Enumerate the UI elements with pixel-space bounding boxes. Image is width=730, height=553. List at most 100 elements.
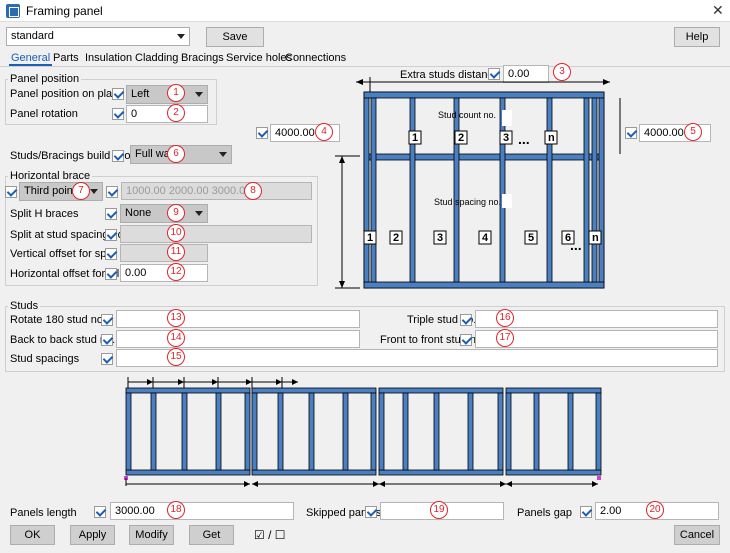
split-at-checkbox[interactable] <box>105 229 117 241</box>
callout-badge: 6 <box>167 145 185 163</box>
split-h-select[interactable]: None <box>120 204 208 223</box>
panel-rotation-checkbox[interactable] <box>112 108 124 120</box>
horizontal-brace-positions-input[interactable]: 1000.00 2000.00 3000.00 <box>121 182 312 200</box>
title-bar <box>0 0 730 22</box>
tab-divider <box>0 66 730 67</box>
tab-cladding[interactable]: Cladding <box>135 52 178 65</box>
stud-spacings-label: Stud spacings <box>10 353 80 365</box>
panels-gap-label: Panels gap <box>517 507 573 519</box>
callout-badge: 13 <box>167 309 185 327</box>
split-h-label: Split H braces <box>10 208 79 220</box>
panels-split-diagram <box>124 377 602 487</box>
apply-button[interactable]: Apply <box>70 525 115 545</box>
build-scope-checkbox[interactable] <box>112 150 124 162</box>
panel-position-title: Panel position <box>8 73 82 85</box>
rotate-stud-checkbox[interactable] <box>101 314 113 326</box>
stud-spacings-input[interactable] <box>116 349 718 367</box>
ok-button[interactable]: OK <box>10 525 55 545</box>
stud-spacing-4: 4 <box>482 232 489 244</box>
stud-spacing-1: 1 <box>367 232 373 244</box>
help-button[interactable]: Help <box>674 27 720 47</box>
callout-badge: 7 <box>72 182 90 200</box>
stud-count-n: n <box>548 132 555 144</box>
get-button[interactable]: Get <box>189 525 234 545</box>
tab-insulation[interactable]: Insulation <box>85 52 132 65</box>
vertical-offset-input[interactable] <box>120 244 208 262</box>
callout-badge: 15 <box>167 348 185 366</box>
callout-badge: 1 <box>167 84 185 102</box>
preset-select[interactable]: standard <box>6 27 190 46</box>
callout-badge: 9 <box>167 204 185 222</box>
callout-badge: 11 <box>167 243 185 261</box>
window-title: Framing panel <box>26 4 103 18</box>
callout-badge: 18 <box>167 501 185 519</box>
panel-position-on-plane-checkbox[interactable] <box>112 88 124 100</box>
panels-gap-checkbox[interactable] <box>580 506 592 518</box>
toggle-all-checkboxes[interactable]: ☑ / ☐ <box>254 528 286 542</box>
panel-layout-diagram: Stud count no. Stud spacing no. 1 2 3 ..… <box>335 77 621 289</box>
tab-parts[interactable]: Parts <box>53 52 79 65</box>
callout-badge: 17 <box>496 329 514 347</box>
horizontal-brace-positions-value: 1000.00 2000.00 3000.00 <box>126 185 252 197</box>
chevron-down-icon <box>90 189 98 194</box>
cancel-button[interactable]: Cancel <box>674 525 720 545</box>
tab-service-holes[interactable]: Service holes <box>226 52 292 65</box>
horizontal-offset-input[interactable]: 0.00 <box>120 264 208 282</box>
split-at-input[interactable] <box>120 225 312 243</box>
callout-badge: 5 <box>684 123 702 141</box>
stud-spacing-3: 3 <box>437 232 443 244</box>
callout-badge: 14 <box>167 329 185 347</box>
chevron-down-icon <box>195 92 203 97</box>
save-button[interactable]: Save <box>206 27 264 47</box>
close-icon[interactable]: ✕ <box>712 2 724 19</box>
panel-position-on-plane-value: Left <box>131 88 150 100</box>
chevron-down-icon <box>219 152 227 157</box>
panel-width-value: 4000.00 <box>644 127 684 139</box>
chevron-down-icon <box>195 211 203 216</box>
callout-badge: 19 <box>430 501 448 519</box>
split-h-checkbox[interactable] <box>105 208 117 220</box>
panel-height-checkbox[interactable] <box>256 127 268 139</box>
stud-spacing-label: Stud spacing no. <box>434 197 501 207</box>
chevron-down-icon <box>177 34 185 39</box>
stud-spacing-ellipsis: ... <box>570 237 582 253</box>
stud-count-3: 3 <box>503 132 509 144</box>
horizontal-brace-title: Horizontal brace <box>8 170 93 182</box>
rotate-stud-label: Rotate 180 stud no. <box>10 314 107 326</box>
stud-count-label: Stud count no. <box>438 110 496 120</box>
modify-button[interactable]: Modify <box>129 525 174 545</box>
stud-count-1: 1 <box>412 132 418 144</box>
panels-length-input[interactable]: 3000.00 <box>110 502 294 520</box>
panels-length-value: 3000.00 <box>115 505 155 517</box>
skipped-panels-checkbox[interactable] <box>365 506 377 518</box>
stud-count-ellipsis: ... <box>518 131 530 147</box>
tab-connections[interactable]: Connections <box>285 52 346 65</box>
panels-length-checkbox[interactable] <box>94 506 106 518</box>
vertical-offset-label: Vertical offset for split <box>10 248 115 260</box>
horizontal-brace-type-select[interactable]: Third points <box>19 182 103 201</box>
callout-badge: 2 <box>167 104 185 122</box>
stud-spacing-2: 2 <box>393 232 399 244</box>
stud-spacings-checkbox[interactable] <box>101 353 113 365</box>
preset-value: standard <box>11 30 54 42</box>
panel-height-value: 4000.00 <box>275 127 315 139</box>
back-to-back-checkbox[interactable] <box>101 334 113 346</box>
triple-stud-checkbox[interactable] <box>460 314 472 326</box>
callout-badge: 4 <box>315 123 333 141</box>
tab-bracings[interactable]: Bracings <box>181 52 224 65</box>
front-to-front-checkbox[interactable] <box>460 334 472 346</box>
horizontal-brace-type-checkbox[interactable] <box>5 186 17 198</box>
panel-rotation-value: 0 <box>131 108 138 120</box>
horizontal-offset-value: 0.00 <box>125 267 147 279</box>
vertical-offset-checkbox[interactable] <box>105 248 117 260</box>
horizontal-brace-positions-checkbox[interactable] <box>106 186 118 198</box>
callout-badge: 20 <box>646 501 664 519</box>
callout-badge: 8 <box>244 182 262 200</box>
panels-gap-value: 2.00 <box>600 505 622 517</box>
back-to-back-input[interactable] <box>116 330 360 348</box>
horizontal-offset-checkbox[interactable] <box>105 268 117 280</box>
callout-badge: 10 <box>167 224 185 242</box>
panel-position-on-plane-label: Panel position on plane <box>10 88 125 100</box>
rotate-stud-input[interactable] <box>116 310 360 328</box>
studs-title: Studs <box>8 300 41 312</box>
